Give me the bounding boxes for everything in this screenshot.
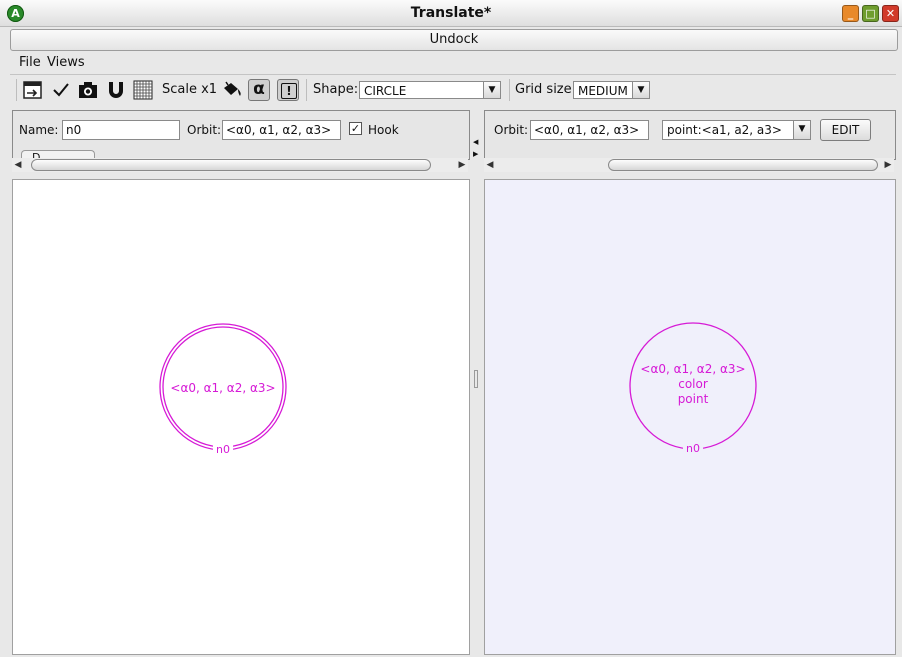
shape-label: Shape: (313, 82, 359, 97)
edit-button[interactable]: EDIT (820, 119, 871, 141)
left-canvas[interactable]: <α0, α1, α2, α3> n0 (12, 179, 470, 655)
scroll-left-icon[interactable]: ◀ (12, 158, 24, 172)
toolbar-grip (16, 79, 17, 101)
left-canvas-drawing: <α0, α1, α2, α3> n0 (159, 323, 287, 456)
right-canvas-drawing: <α0, α1, α2, α3> color point n0 (629, 322, 757, 455)
scroll-left-icon[interactable]: ◀ (484, 158, 496, 172)
paint-bucket-icon[interactable] (221, 80, 243, 100)
right-panel-scrollbar[interactable]: ◀ ▶ (484, 158, 894, 172)
point-select[interactable]: point:<a1, a2, a3> ▼ (662, 120, 811, 140)
toolbar: Scale x1 α ! Shape: CIRCLE ▼ Grid size: … (10, 74, 896, 105)
grid-size-select[interactable]: MEDIUM ▼ (573, 81, 650, 99)
divider-grip[interactable] (474, 370, 478, 388)
orbit-label: Orbit: (494, 123, 529, 137)
scroll-right-icon[interactable]: ▶ (456, 158, 468, 172)
collapse-right-icon[interactable]: ▶ (473, 150, 478, 158)
name-label: Name: (19, 123, 59, 137)
right-properties-panel: Orbit: <α0, α1, α2, α3> point:<a1, a2, a… (484, 110, 896, 160)
toolbar-separator (509, 79, 510, 101)
collapse-left-icon[interactable]: ◀ (473, 138, 478, 146)
node-point-text: point (678, 392, 709, 406)
check-icon[interactable] (51, 80, 71, 100)
point-select-value: point:<a1, a2, a3> (667, 123, 782, 137)
orbit-label: Orbit: (187, 123, 222, 137)
export-icon[interactable] (23, 80, 43, 100)
menu-file[interactable]: File (19, 55, 41, 70)
scale-label: Scale x1 (162, 82, 218, 97)
window-title: Translate* (410, 5, 492, 21)
scroll-thumb[interactable] (608, 159, 878, 171)
node-color-text: color (678, 377, 708, 391)
scroll-thumb[interactable] (31, 159, 431, 171)
grid-size-select-value: MEDIUM (578, 84, 628, 98)
minimize-icon[interactable]: _ (842, 5, 859, 22)
alpha-toggle-icon[interactable]: α (248, 79, 270, 101)
menu-views[interactable]: Views (47, 55, 85, 70)
undock-button[interactable]: Undock (10, 29, 898, 51)
grid-icon[interactable] (133, 80, 153, 100)
node-orbit-text: <α0, α1, α2, α3> (640, 362, 745, 376)
chevron-down-icon[interactable]: ▼ (483, 82, 500, 98)
grid-size-label: Grid size: (515, 82, 577, 97)
right-canvas[interactable]: <α0, α1, α2, α3> color point n0 (484, 179, 896, 655)
orbit-input[interactable]: <α0, α1, α2, α3> (530, 120, 649, 140)
chevron-down-icon[interactable]: ▼ (632, 82, 649, 98)
exclamation-icon: ! (281, 83, 297, 99)
menu-bar: File Views (10, 53, 896, 73)
name-input[interactable]: n0 (62, 120, 180, 140)
warning-toggle-icon[interactable]: ! (277, 79, 299, 101)
orbit-input[interactable]: <α0, α1, α2, α3> (222, 120, 341, 140)
scroll-right-icon[interactable]: ▶ (882, 158, 894, 172)
hook-checkbox[interactable]: ✓ (349, 122, 362, 135)
node-name-text: n0 (686, 442, 700, 455)
magnet-icon[interactable] (106, 80, 126, 100)
hook-label: Hook (368, 123, 399, 137)
close-icon[interactable]: ✕ (882, 5, 899, 22)
split-divider[interactable]: ◀ ▶ (471, 108, 481, 654)
camera-icon[interactable] (78, 80, 98, 100)
left-properties-panel: Name: n0 Orbit: <α0, α1, α2, α3> ✓ Hook … (12, 110, 470, 160)
chevron-down-icon[interactable]: ▼ (793, 121, 810, 139)
left-panel-scrollbar[interactable]: ◀ ▶ (12, 158, 468, 172)
node-name-text: n0 (216, 443, 230, 456)
maximize-icon[interactable]: □ (862, 5, 879, 22)
shape-select-value: CIRCLE (364, 84, 407, 98)
shape-select[interactable]: CIRCLE ▼ (359, 81, 501, 99)
node-orbit-text: <α0, α1, α2, α3> (170, 381, 275, 395)
toolbar-separator (306, 79, 307, 101)
